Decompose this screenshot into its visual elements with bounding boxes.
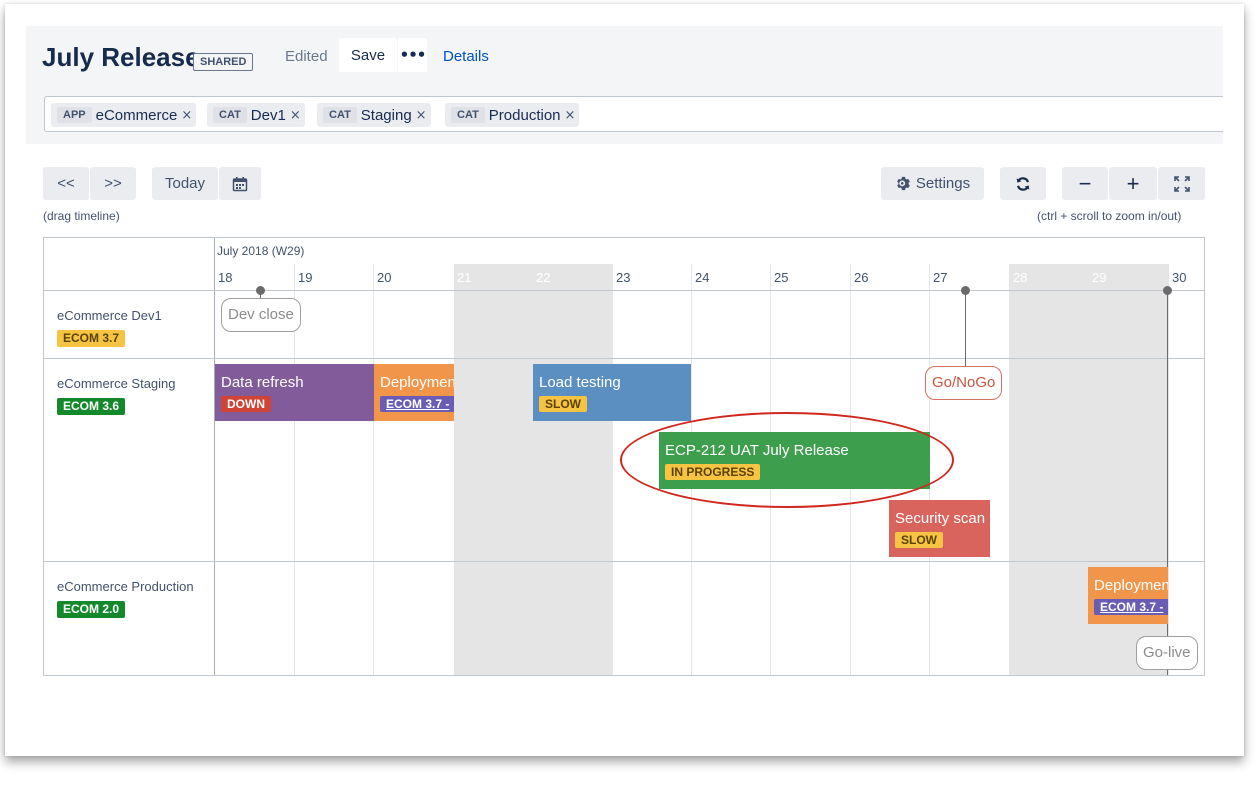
fullscreen-icon (1173, 175, 1190, 192)
day-label: 27 (933, 270, 948, 285)
day-gridline (373, 264, 374, 675)
filter-chip-dev1[interactable]: CAT Dev1 × (207, 103, 305, 127)
filter-chip-value: eCommerce (95, 106, 178, 124)
version-badge[interactable]: ECOM 3.7 (57, 330, 126, 347)
zoom-hint: (ctrl + scroll to zoom in/out) (1037, 209, 1182, 223)
day-label: 26 (854, 270, 869, 285)
task-title: Deployment (380, 374, 454, 391)
page-header: July Release SHARED Edited Save ••• Deta… (26, 26, 1223, 144)
calendar-button[interactable] (219, 167, 261, 200)
task-bar-deployment-production[interactable]: Deployment ECOM 3.7 - (1088, 567, 1168, 624)
day-label: 18 (218, 270, 233, 285)
day-label: 20 (377, 270, 392, 285)
zoom-out-button[interactable]: − (1062, 167, 1108, 200)
milestone-go-nogo[interactable]: Go/NoGo (925, 366, 1003, 400)
day-label: 29 (1092, 270, 1107, 285)
version-link[interactable]: ECOM 3.7 - (380, 396, 454, 412)
edited-status: Edited (285, 48, 328, 65)
prev-period-button[interactable]: << (43, 167, 89, 200)
save-button[interactable]: Save (339, 38, 397, 72)
day-gridline (612, 264, 613, 675)
version-badge[interactable]: ECOM 2.0 (57, 601, 126, 618)
task-bar-deployment-staging[interactable]: Deployment ECOM 3.7 - (374, 364, 454, 421)
milestone-go-live[interactable]: Go-live (1136, 636, 1198, 670)
details-link[interactable]: Details (443, 48, 489, 65)
settings-label: Settings (915, 175, 971, 192)
row-divider (44, 290, 1204, 291)
task-title: Load testing (539, 374, 621, 391)
weekend-column (454, 264, 613, 675)
month-label: July 2018 (W29) (217, 244, 305, 258)
row-label-production: eCommerce Production (57, 579, 194, 594)
highlight-annotation (620, 412, 954, 508)
filter-chip-type: APP (57, 107, 92, 123)
day-label: 28 (1013, 270, 1028, 285)
version-link[interactable]: ECOM 3.7 - (1094, 599, 1168, 615)
refresh-button[interactable] (1000, 167, 1046, 200)
day-label: 22 (536, 270, 551, 285)
day-label: 21 (457, 270, 472, 285)
task-bar-data-refresh[interactable]: Data refresh DOWN (215, 364, 374, 421)
row-label-staging: eCommerce Staging (57, 376, 176, 391)
day-label: 23 (616, 270, 631, 285)
gear-icon (897, 176, 910, 191)
fullscreen-button[interactable] (1158, 167, 1205, 200)
status-badge: SLOW (539, 396, 587, 412)
milestone-connector (965, 290, 966, 366)
task-title: Data refresh (221, 374, 304, 391)
filter-chip-production[interactable]: CAT Production × (445, 103, 580, 127)
shared-badge: SHARED (193, 53, 254, 71)
next-period-button[interactable]: >> (90, 167, 136, 200)
filter-chip-staging[interactable]: CAT Staging × (317, 103, 431, 127)
filter-bar[interactable]: APP eCommerce × CAT Dev1 × CAT Staging ×… (44, 96, 1223, 132)
filter-chip-value: Staging (360, 106, 412, 124)
task-title: Security scan (895, 510, 986, 527)
row-label-dev1: eCommerce Dev1 (57, 308, 162, 323)
more-options-button[interactable]: ••• (398, 38, 427, 72)
remove-filter-icon[interactable]: × (565, 108, 576, 123)
remove-filter-icon[interactable]: × (181, 108, 192, 123)
version-badge[interactable]: ECOM 3.6 (57, 398, 126, 415)
milestone-connector (260, 290, 261, 298)
day-label: 30 (1172, 270, 1187, 285)
calendar-icon (232, 176, 248, 191)
version-link-label: ECOM 3.7 (386, 397, 443, 411)
refresh-icon (1016, 176, 1030, 191)
filter-chip-value: Production (488, 106, 561, 124)
day-gridline (1168, 264, 1169, 675)
zoom-in-button[interactable]: + (1109, 167, 1157, 200)
version-link-label: ECOM 3.7 (1100, 600, 1157, 614)
filter-chip-value: Dev1 (250, 106, 286, 124)
task-bar-load-testing[interactable]: Load testing SLOW (533, 364, 691, 421)
drag-hint: (drag timeline) (43, 209, 120, 223)
status-badge: SLOW (895, 532, 943, 548)
filter-chip-type: CAT (323, 107, 357, 123)
day-label: 19 (298, 270, 313, 285)
version-link-suffix: - (442, 397, 450, 411)
remove-filter-icon[interactable]: × (290, 108, 301, 123)
filter-chip-type: CAT (451, 107, 485, 123)
milestone-dev-close[interactable]: Dev close (221, 298, 301, 332)
status-badge: DOWN (221, 396, 271, 412)
filter-chip-app[interactable]: APP eCommerce × (51, 103, 197, 127)
settings-button[interactable]: Settings (881, 167, 984, 200)
today-button[interactable]: Today (152, 167, 218, 200)
task-title: Deployment (1094, 577, 1168, 594)
day-label: 25 (774, 270, 789, 285)
task-bar-security-scan[interactable]: Security scan SLOW (889, 500, 990, 557)
version-link-suffix: - (1156, 600, 1164, 614)
filter-chip-type: CAT (213, 107, 247, 123)
row-divider (44, 561, 1204, 562)
label-column-divider (214, 238, 215, 675)
day-label: 24 (695, 270, 710, 285)
row-divider (44, 358, 1204, 359)
page-title: July Release (42, 42, 200, 72)
remove-filter-icon[interactable]: × (416, 108, 427, 123)
